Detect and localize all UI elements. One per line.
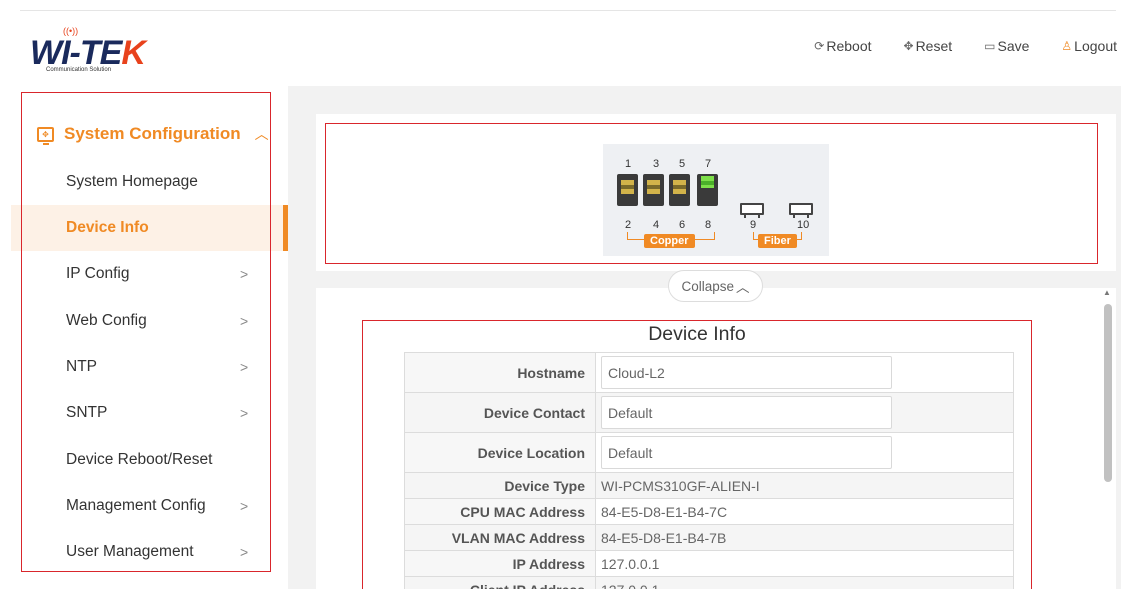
device-contact-label: Device Contact <box>404 392 596 433</box>
sidebar-item-device-reboot-reset[interactable]: Device Reboot/Reset <box>11 437 288 483</box>
table-row: Device Location <box>404 432 1014 473</box>
refresh-icon: ⟳ <box>814 39 825 53</box>
header-actions: ⟳ Reboot ✥ Reset ▭ Save ♙ Logout <box>814 38 1117 54</box>
table-row: Device Contact <box>404 392 1014 433</box>
device-info-table: Hostname Device Contact Device Location … <box>404 352 1014 589</box>
user-icon: ♙ <box>1061 39 1073 53</box>
client-ip-label: Client IP Address <box>404 576 596 589</box>
monitor-icon: ✥ <box>37 126 54 145</box>
sidebar-item-system-homepage[interactable]: System Homepage <box>11 159 288 205</box>
wi-tek-logo: ((•)) WI-TEK Communication Solution <box>30 26 146 73</box>
save-icon: ▭ <box>984 39 996 53</box>
switch-panel-highlight-frame <box>325 123 1098 264</box>
sidebar-item-web-config[interactable]: Web Config > <box>11 298 288 344</box>
scroll-up-arrow-icon[interactable]: ▲ <box>1103 288 1111 297</box>
table-row: CPU MAC Address 84-E5-D8-E1-B4-7C <box>404 498 1014 525</box>
ip-address-label: IP Address <box>404 550 596 577</box>
sidebar: ✥ System Configuration ︿ System Homepage… <box>11 92 288 589</box>
sidebar-item-device-info[interactable]: Device Info <box>11 205 288 251</box>
sidebar-item-management-config[interactable]: Management Config > <box>11 483 288 529</box>
logout-button[interactable]: ♙ Logout <box>1061 38 1117 54</box>
reset-button[interactable]: ✥ Reset <box>904 38 953 54</box>
table-row: IP Address 127.0.0.1 <box>404 550 1014 577</box>
collapse-button[interactable]: Collapse ︿ <box>667 270 764 303</box>
chevron-up-icon: ︿ <box>736 280 750 295</box>
header-divider <box>20 10 1116 11</box>
table-row: Hostname <box>404 352 1014 393</box>
table-row: Client IP Address 127.0.0.1 <box>404 576 1014 589</box>
cpu-mac-label: CPU MAC Address <box>404 498 596 525</box>
cpu-mac-value: 84-E5-D8-E1-B4-7C <box>595 498 1014 525</box>
chevron-right-icon: > <box>240 359 249 375</box>
chevron-up-icon: ︿ <box>254 126 269 142</box>
chevron-right-icon: > <box>240 544 249 560</box>
chevron-right-icon: > <box>240 266 249 282</box>
table-row: Device Type WI-PCMS310GF-ALIEN-I <box>404 472 1014 499</box>
table-row: VLAN MAC Address 84-E5-D8-E1-B4-7B <box>404 524 1014 551</box>
move-icon: ✥ <box>903 39 914 53</box>
hostname-label: Hostname <box>404 352 596 393</box>
ip-address-value: 127.0.0.1 <box>595 550 1014 577</box>
scrollbar-thumb[interactable] <box>1104 304 1112 482</box>
client-ip-value: 127.0.0.1 <box>595 576 1014 589</box>
device-type-label: Device Type <box>404 472 596 499</box>
vlan-mac-value: 84-E5-D8-E1-B4-7B <box>595 524 1014 551</box>
device-type-value: WI-PCMS310GF-ALIEN-I <box>595 472 1014 499</box>
chevron-right-icon: > <box>240 313 249 329</box>
sidebar-item-sntp[interactable]: SNTP > <box>11 390 288 436</box>
vlan-mac-label: VLAN MAC Address <box>404 524 596 551</box>
chevron-right-icon: > <box>240 405 249 421</box>
sidebar-group-system-configuration[interactable]: ✥ System Configuration ︿ <box>37 124 269 145</box>
sidebar-item-user-management[interactable]: User Management > <box>11 529 288 575</box>
sidebar-item-ip-config[interactable]: IP Config > <box>11 251 288 297</box>
device-location-label: Device Location <box>404 432 596 473</box>
hostname-input[interactable] <box>601 356 892 389</box>
reboot-button[interactable]: ⟳ Reboot <box>814 38 871 54</box>
sidebar-item-ntp[interactable]: NTP > <box>11 344 288 390</box>
device-location-input[interactable] <box>601 436 892 469</box>
save-button[interactable]: ▭ Save <box>984 38 1029 54</box>
device-contact-input[interactable] <box>601 396 892 429</box>
chevron-right-icon: > <box>240 498 249 514</box>
device-info-title: Device Info <box>648 323 746 345</box>
